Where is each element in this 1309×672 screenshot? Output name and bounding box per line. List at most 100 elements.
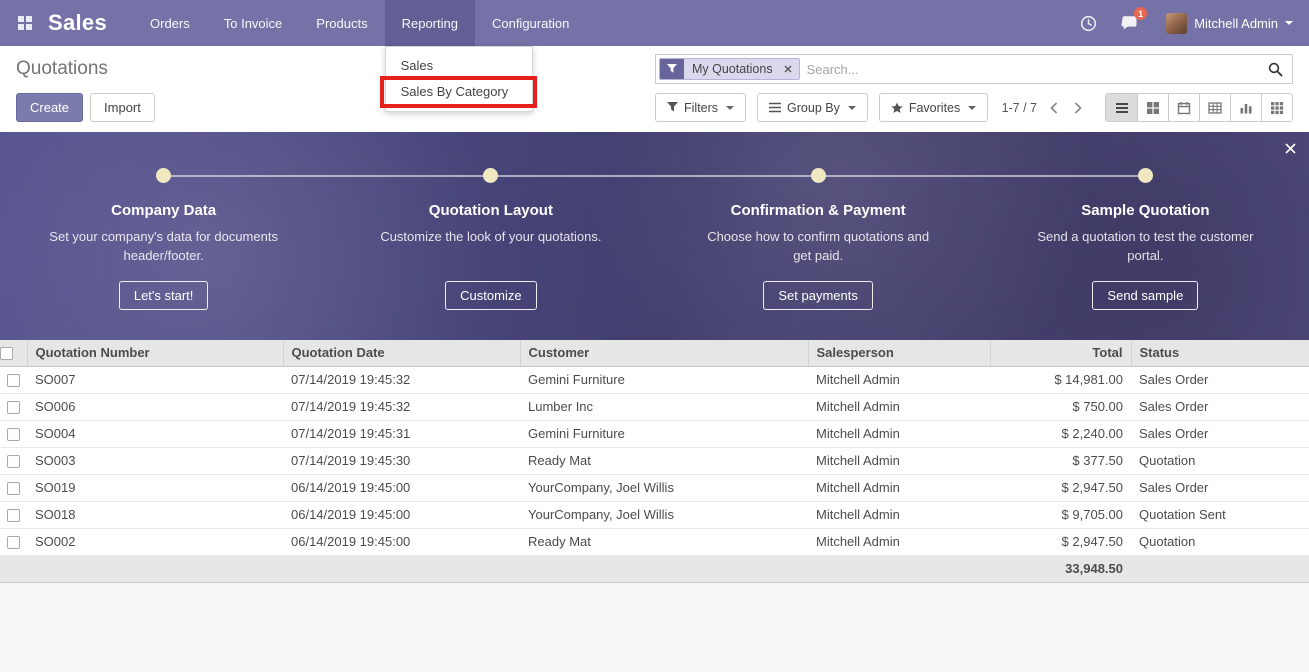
- step-description: Choose how to confirm quotations and get…: [701, 228, 936, 266]
- create-button[interactable]: Create: [16, 93, 83, 122]
- cell-customer: YourCompany, Joel Willis: [520, 474, 808, 501]
- search-bar[interactable]: My Quotations: [655, 54, 1293, 84]
- row-checkbox[interactable]: [7, 536, 20, 549]
- menu-orders[interactable]: Orders: [133, 0, 207, 46]
- table-header-row: Quotation Number Quotation Date Customer…: [0, 340, 1309, 366]
- column-header-status[interactable]: Status: [1131, 340, 1309, 366]
- bar-chart-icon: [1239, 101, 1253, 115]
- cell-customer: Ready Mat: [520, 528, 808, 555]
- table-row[interactable]: SO004 07/14/2019 19:45:31 Gemini Furnitu…: [0, 420, 1309, 447]
- facet-remove-button[interactable]: [781, 59, 799, 79]
- menu-configuration[interactable]: Configuration: [475, 0, 586, 46]
- pager-previous-button[interactable]: [1047, 99, 1061, 117]
- cell-total: $ 9,705.00: [990, 501, 1131, 528]
- step-dot: [811, 168, 826, 183]
- cell-customer: Ready Mat: [520, 447, 808, 474]
- favorites-label: Favorites: [909, 101, 960, 115]
- search-facet-label: My Quotations: [684, 59, 781, 79]
- cell-quotation-number: SO007: [27, 366, 283, 393]
- funnel-icon: [667, 102, 678, 113]
- user-menu-button[interactable]: Mitchell Admin: [1166, 13, 1293, 34]
- dropdown-item-sales-by-category[interactable]: Sales By Category: [386, 79, 532, 105]
- onboarding-banner: Company Data Set your company's data for…: [0, 132, 1309, 340]
- group-by-dropdown-button[interactable]: Group By: [757, 93, 868, 122]
- step-dot: [156, 168, 171, 183]
- filters-dropdown-button[interactable]: Filters: [655, 93, 746, 122]
- apps-menu-button[interactable]: [8, 0, 42, 46]
- cell-status: Sales Order: [1131, 393, 1309, 420]
- column-header-customer[interactable]: Customer: [520, 340, 808, 366]
- banner-close-button[interactable]: [1285, 141, 1296, 159]
- favorites-dropdown-button[interactable]: Favorites: [879, 93, 988, 122]
- step-title: Confirmation & Payment: [731, 202, 906, 219]
- column-header-salesperson[interactable]: Salesperson: [808, 340, 990, 366]
- chevron-right-icon: [1073, 101, 1083, 115]
- onboarding-step-confirmation-payment: Confirmation & Payment Choose how to con…: [655, 168, 982, 310]
- pivot-view-button[interactable]: [1199, 94, 1230, 121]
- calendar-view-button[interactable]: [1168, 94, 1199, 121]
- chevron-down-icon: [848, 106, 856, 110]
- row-checkbox[interactable]: [7, 455, 20, 468]
- column-header-quotation-date[interactable]: Quotation Date: [283, 340, 520, 366]
- list-view-button[interactable]: [1106, 94, 1137, 121]
- apps-grid-icon: [18, 16, 32, 30]
- import-button[interactable]: Import: [90, 93, 155, 122]
- view-switcher: [1105, 93, 1293, 122]
- row-checkbox[interactable]: [7, 482, 20, 495]
- search-toolbar: Filters Group By Favorites 1-7 / 7: [655, 93, 1293, 122]
- column-header-total[interactable]: Total: [990, 340, 1131, 366]
- star-icon: [891, 102, 903, 114]
- send-sample-button[interactable]: Send sample: [1092, 281, 1198, 310]
- chevron-down-icon: [968, 106, 976, 110]
- table-row[interactable]: SO006 07/14/2019 19:45:32 Lumber Inc Mit…: [0, 393, 1309, 420]
- dropdown-item-sales[interactable]: Sales: [386, 53, 532, 79]
- grid-icon: [1270, 101, 1284, 115]
- column-header-quotation-number[interactable]: Quotation Number: [27, 340, 283, 366]
- kanban-view-button[interactable]: [1137, 94, 1168, 121]
- table-row[interactable]: SO019 06/14/2019 19:45:00 YourCompany, J…: [0, 474, 1309, 501]
- cell-salesperson: Mitchell Admin: [808, 393, 990, 420]
- menu-to-invoice[interactable]: To Invoice: [207, 0, 300, 46]
- step-description: Customize the look of your quotations.: [380, 228, 601, 266]
- search-button[interactable]: [1260, 62, 1290, 77]
- row-checkbox[interactable]: [7, 374, 20, 387]
- chevron-left-icon: [1049, 101, 1059, 115]
- step-title: Company Data: [111, 202, 216, 219]
- table-row[interactable]: SO003 07/14/2019 19:45:30 Ready Mat Mitc…: [0, 447, 1309, 474]
- onboarding-step-sample-quotation: Sample Quotation Send a quotation to tes…: [982, 168, 1309, 310]
- cell-quotation-date: 07/14/2019 19:45:32: [283, 393, 520, 420]
- cell-status: Sales Order: [1131, 474, 1309, 501]
- cell-total: $ 377.50: [990, 447, 1131, 474]
- onboarding-step-quotation-layout: Quotation Layout Customize the look of y…: [327, 168, 654, 310]
- top-navbar: Sales Orders To Invoice Products Reporti…: [0, 0, 1309, 46]
- cell-quotation-number: SO018: [27, 501, 283, 528]
- table-row[interactable]: SO007 07/14/2019 19:45:32 Gemini Furnitu…: [0, 366, 1309, 393]
- select-all-checkbox[interactable]: [0, 347, 13, 360]
- table-row[interactable]: SO002 06/14/2019 19:45:00 Ready Mat Mitc…: [0, 528, 1309, 555]
- graph-view-button[interactable]: [1230, 94, 1261, 121]
- systray: 1 Mitchell Admin: [1080, 0, 1309, 46]
- lets-start-button[interactable]: Let's start!: [119, 281, 209, 310]
- cell-quotation-date: 06/14/2019 19:45:00: [283, 528, 520, 555]
- activities-button[interactable]: [1080, 15, 1097, 32]
- table-row[interactable]: SO018 06/14/2019 19:45:00 YourCompany, J…: [0, 501, 1309, 528]
- row-checkbox[interactable]: [7, 509, 20, 522]
- cell-quotation-number: SO002: [27, 528, 283, 555]
- kanban-icon: [1146, 101, 1160, 115]
- calendar-icon: [1177, 101, 1191, 115]
- grid-view-button[interactable]: [1261, 94, 1292, 121]
- messages-button[interactable]: 1: [1121, 15, 1138, 31]
- filters-label: Filters: [684, 101, 718, 115]
- customize-button[interactable]: Customize: [445, 281, 536, 310]
- reporting-dropdown: Sales Sales By Category: [385, 46, 533, 112]
- menu-products[interactable]: Products: [299, 0, 384, 46]
- search-input[interactable]: [807, 62, 1260, 77]
- user-name: Mitchell Admin: [1194, 16, 1278, 31]
- pivot-table-icon: [1208, 101, 1222, 115]
- quotations-table: Quotation Number Quotation Date Customer…: [0, 340, 1309, 583]
- row-checkbox[interactable]: [7, 428, 20, 441]
- set-payments-button[interactable]: Set payments: [763, 281, 873, 310]
- pager-next-button[interactable]: [1071, 99, 1085, 117]
- menu-reporting[interactable]: Reporting Sales Sales By Category: [385, 0, 475, 46]
- row-checkbox[interactable]: [7, 401, 20, 414]
